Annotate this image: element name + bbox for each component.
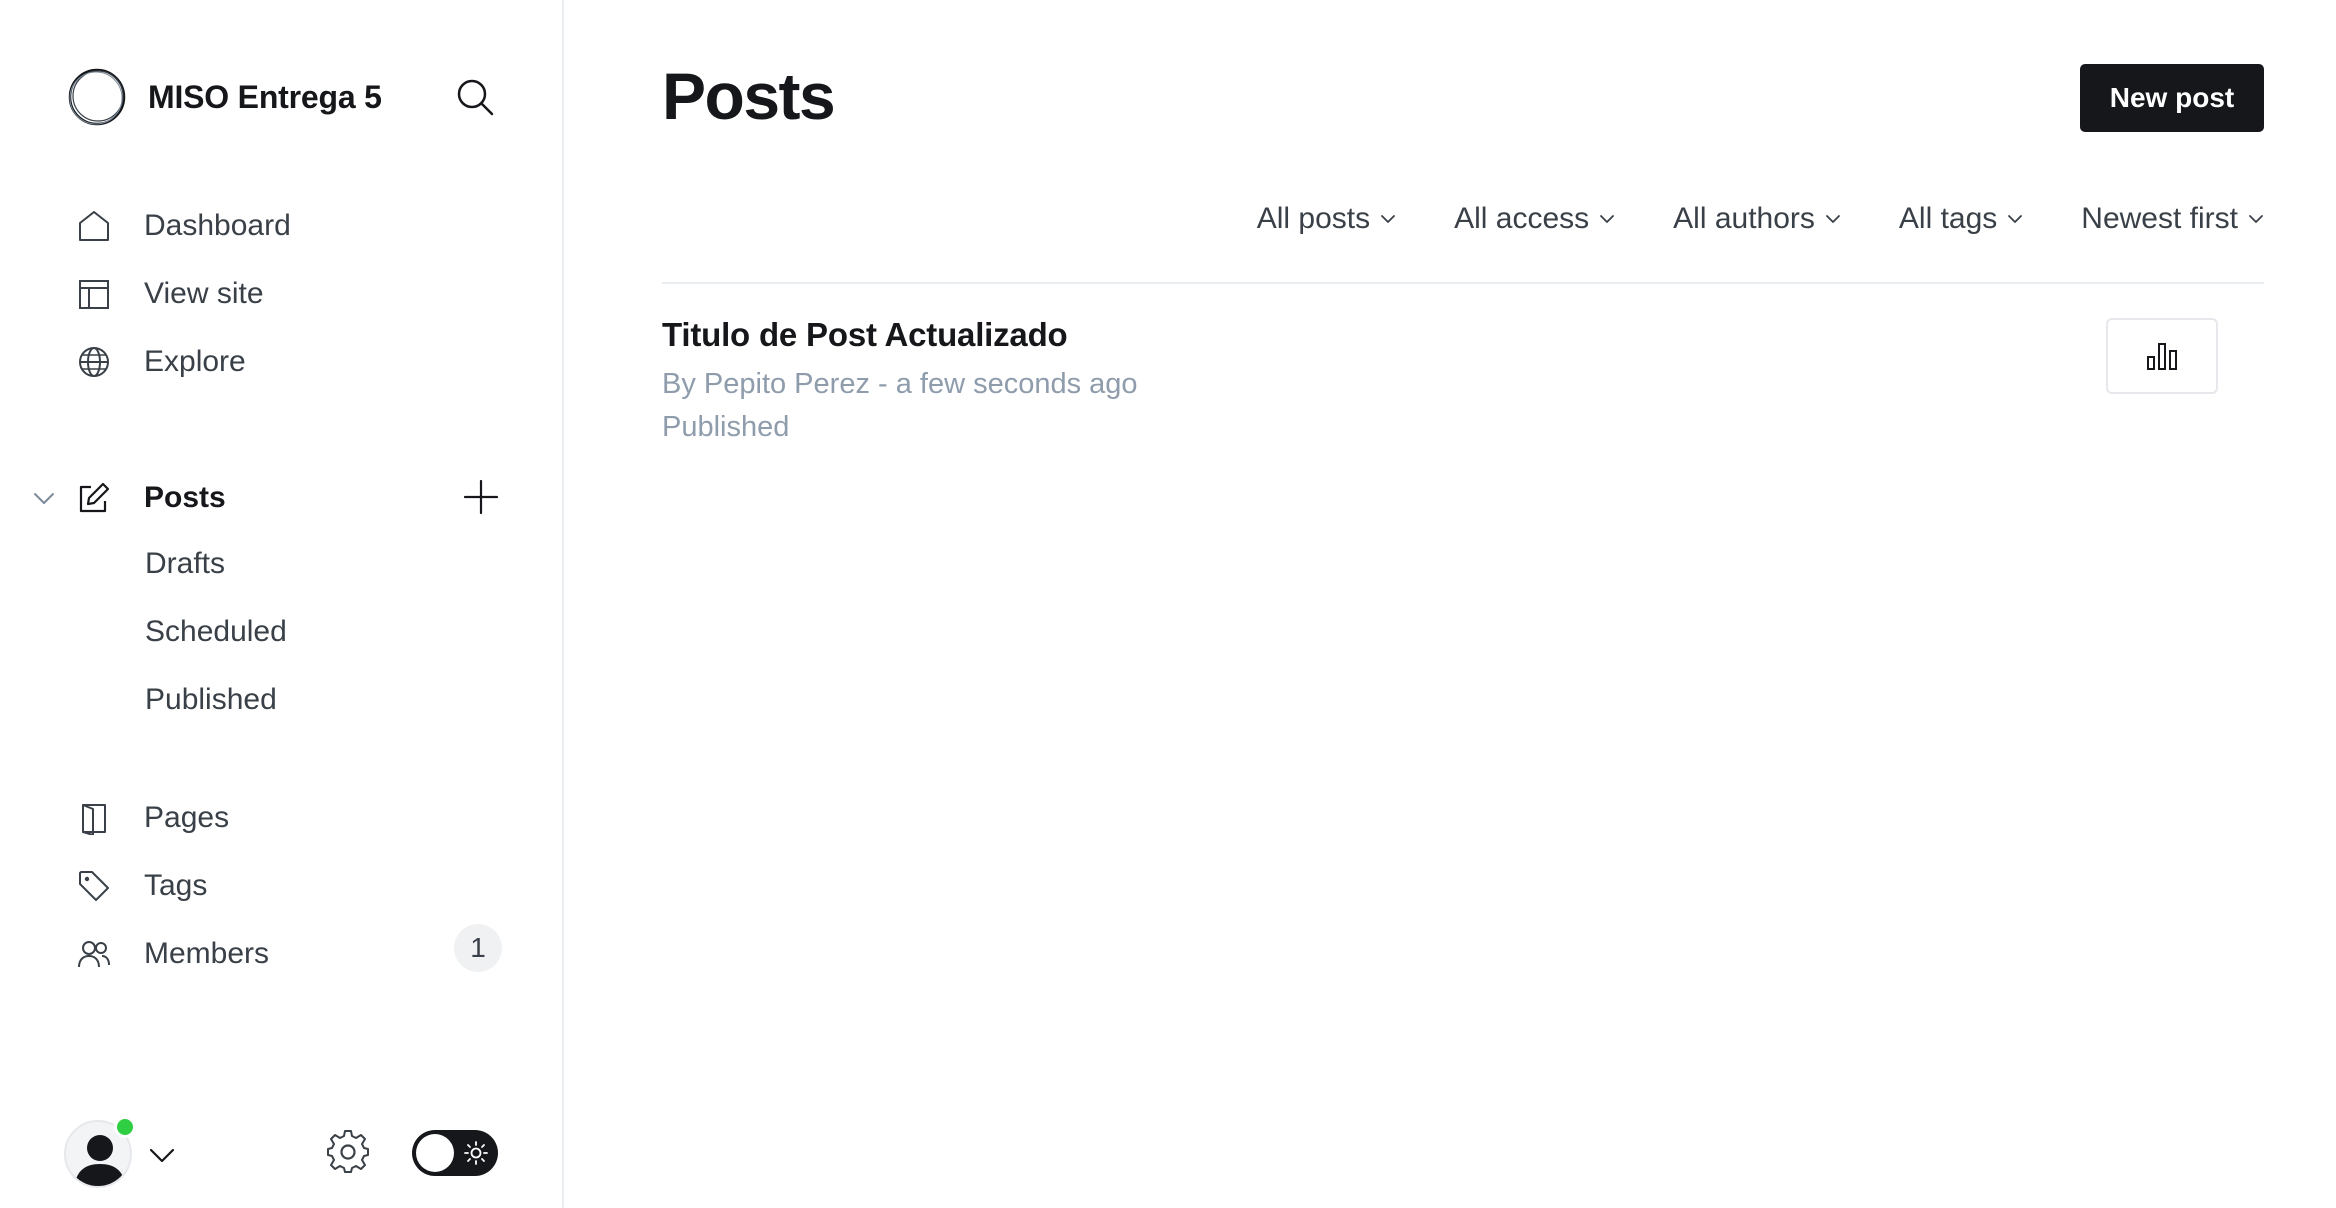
- filter-authors-dropdown[interactable]: All authors: [1673, 202, 1841, 236]
- sidebar-item-label: Tags: [144, 869, 208, 902]
- sidebar-item-label: Explore: [144, 345, 246, 378]
- chevron-down-icon[interactable]: [148, 1144, 176, 1166]
- search-icon[interactable]: [454, 76, 496, 118]
- theme-toggle[interactable]: [412, 1130, 498, 1176]
- globe-icon: [76, 344, 112, 380]
- sidebar-item-label: Members: [144, 937, 270, 970]
- toggle-knob: [416, 1134, 454, 1172]
- filter-access-dropdown[interactable]: All access: [1454, 202, 1615, 236]
- brand[interactable]: MISO Entrega 5: [66, 66, 382, 128]
- filter-tags-dropdown[interactable]: All tags: [1899, 202, 2023, 236]
- filter-label: All tags: [1898, 202, 1998, 235]
- home-icon: [76, 208, 112, 244]
- sidebar-item-label: Pages: [144, 801, 230, 834]
- sidebar-item-posts[interactable]: Posts: [76, 470, 506, 526]
- sidebar-item-members[interactable]: Members: [76, 926, 506, 982]
- post-meta: By Pepito Perez - a few seconds ago: [662, 368, 1138, 400]
- layout-icon: [76, 276, 112, 312]
- sidebar-item-scheduled[interactable]: Scheduled: [145, 610, 287, 654]
- filter-label: All posts: [1256, 202, 1371, 235]
- sidebar-item-dashboard[interactable]: Dashboard: [76, 198, 506, 254]
- filter-type-dropdown[interactable]: All posts: [1257, 202, 1396, 236]
- page-title: Posts: [662, 59, 836, 133]
- sidebar-item-label: View site: [144, 277, 264, 310]
- chevron-down-icon: [1826, 215, 1840, 223]
- edit-icon: [76, 480, 112, 516]
- sidebar-item-published[interactable]: Published: [145, 678, 277, 722]
- chevron-down-icon: [2249, 215, 2263, 223]
- online-status-dot: [114, 1116, 136, 1138]
- post-title[interactable]: Titulo de Post Actualizado: [662, 316, 2264, 354]
- site-logo-icon: [68, 68, 126, 126]
- sidebar: MISO Entrega 5 Dashboard View site Explo…: [0, 0, 564, 1208]
- chevron-down-icon: [2008, 215, 2023, 223]
- sidebar-item-tags[interactable]: Tags: [76, 858, 506, 914]
- page-icon: [76, 800, 112, 836]
- members-icon: [76, 936, 112, 972]
- gear-icon[interactable]: [326, 1130, 370, 1174]
- filter-label: All access: [1454, 202, 1590, 235]
- new-post-button[interactable]: New post: [2080, 64, 2264, 132]
- sidebar-item-label: Posts: [144, 481, 226, 514]
- members-count-badge: 1: [454, 924, 502, 972]
- post-analytics-button[interactable]: [2106, 318, 2218, 394]
- main-content: Posts New post All posts All access All …: [566, 0, 2336, 1208]
- filter-label: Newest first: [2081, 202, 2238, 235]
- tag-icon: [76, 868, 112, 904]
- sidebar-item-drafts[interactable]: Drafts: [145, 542, 225, 586]
- sidebar-item-view-site[interactable]: View site: [76, 266, 506, 322]
- sun-icon: [464, 1141, 488, 1165]
- site-name: MISO Entrega 5: [148, 78, 382, 115]
- sidebar-item-label: Dashboard: [144, 209, 291, 242]
- list-item[interactable]: Titulo de Post Actualizado By Pepito Per…: [662, 316, 2264, 446]
- sort-order-dropdown[interactable]: Newest first: [2081, 202, 2264, 236]
- chevron-down-icon[interactable]: [32, 486, 56, 510]
- filter-bar: All posts All access All authors All tag…: [1199, 202, 2264, 236]
- divider: [662, 282, 2264, 284]
- post-status: Published: [662, 411, 790, 443]
- sidebar-item-pages[interactable]: Pages: [76, 790, 506, 846]
- chevron-down-icon: [1600, 215, 1615, 223]
- plus-icon[interactable]: [462, 478, 500, 516]
- filter-label: All authors: [1673, 202, 1815, 235]
- chevron-down-icon: [1381, 215, 1396, 223]
- bar-chart-icon: [2147, 343, 2177, 370]
- sidebar-item-explore[interactable]: Explore: [76, 334, 506, 390]
